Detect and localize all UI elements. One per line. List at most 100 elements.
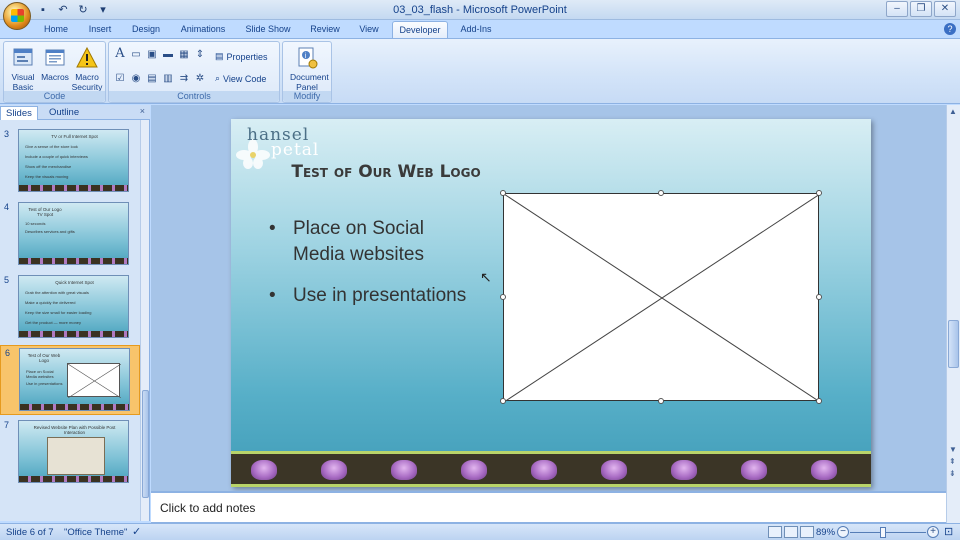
thumb-line: Make a quickly the delivered xyxy=(25,300,76,305)
minimize-icon[interactable]: – xyxy=(886,1,908,17)
tab-home[interactable]: Home xyxy=(40,21,72,38)
scrollbar-thumb[interactable] xyxy=(948,320,959,368)
fit-to-window-icon[interactable]: ⊡ xyxy=(944,525,953,538)
scrollbar-control-icon[interactable]: ⇕ xyxy=(193,49,207,61)
resize-handle[interactable] xyxy=(658,190,664,196)
tab-view[interactable]: View xyxy=(354,21,384,38)
thumb-number: 5 xyxy=(4,275,10,285)
thumb-strip xyxy=(19,476,128,482)
window-controls: – ❐ ✕ xyxy=(886,1,956,17)
slide-thumbnail-5[interactable]: 5 Quick Internet Spot Grab the attention… xyxy=(0,273,140,343)
macro-security-button[interactable]: Macro Security xyxy=(70,44,104,92)
thumb-line: 10 seconds xyxy=(25,221,46,226)
zoom-out-icon[interactable]: − xyxy=(837,526,849,538)
slide-sorter-view-icon[interactable] xyxy=(784,526,798,538)
svg-text:i: i xyxy=(305,52,307,60)
view-code-button[interactable]: ⌕ View Code xyxy=(215,73,266,84)
button-control-icon[interactable]: ▣ xyxy=(145,49,159,61)
slide-canvas[interactable]: hansel petal Test of Our Web Logo • Plac… xyxy=(231,119,871,487)
tab-insert[interactable]: Insert xyxy=(84,21,116,38)
logo-petal: petal xyxy=(271,140,320,160)
scroll-down-icon[interactable]: ▼ xyxy=(949,445,957,454)
zoom-in-icon[interactable]: + xyxy=(927,526,939,538)
document-panel-button[interactable]: i Document Panel xyxy=(290,44,329,92)
document-panel-icon: i xyxy=(295,46,319,70)
thumb-line: Grab the attention with great visuals xyxy=(25,290,89,295)
slide-counter: Slide 6 of 7 xyxy=(6,527,54,538)
slide-show-view-icon[interactable] xyxy=(800,526,814,538)
scroll-up-icon[interactable]: ▲ xyxy=(949,107,957,116)
textbox-control-icon[interactable]: ▭ xyxy=(129,49,143,61)
tulip-icon xyxy=(601,460,627,480)
ribbon-tabs: Home Insert Design Animations Slide Show… xyxy=(0,20,960,38)
slide-scrollbar[interactable]: ▲ ▼ ⇞ ⇟ xyxy=(946,105,960,491)
macros-label: Macros xyxy=(41,72,69,82)
thumb-preview: Test of Our Web Logo Place on Social Med… xyxy=(19,348,130,411)
restore-icon[interactable]: ❐ xyxy=(910,1,932,17)
macros-button[interactable]: Macros xyxy=(38,44,72,82)
controls-group-label: Controls xyxy=(109,91,279,102)
spin-control-icon[interactable]: ▬ xyxy=(161,49,175,61)
bullet-item[interactable]: • Use in presentations xyxy=(269,283,469,309)
tab-slides[interactable]: Slides xyxy=(0,106,38,120)
code-group: Visual Basic Macros Macro Security Code xyxy=(3,41,106,103)
label-control-icon[interactable]: A xyxy=(113,47,127,60)
tab-animations[interactable]: Animations xyxy=(176,21,230,38)
tab-outline[interactable]: Outline xyxy=(44,106,84,120)
normal-view-icon[interactable] xyxy=(768,526,782,538)
tulip-icon xyxy=(251,460,277,480)
slide-title[interactable]: Test of Our Web Logo xyxy=(291,159,481,185)
zoom-level[interactable]: 89% xyxy=(816,527,835,538)
visual-basic-button[interactable]: Visual Basic xyxy=(6,44,40,92)
resize-handle[interactable] xyxy=(658,398,664,404)
thumb-preview: Revised Website Plan with Possible Post … xyxy=(18,420,129,483)
scrollbar-thumb[interactable] xyxy=(142,390,149,498)
document-panel-label: Document Panel xyxy=(290,72,329,92)
checkbox-control-icon[interactable]: ☑ xyxy=(113,73,127,85)
properties-label: Properties xyxy=(226,51,268,62)
slide-thumbnail-6[interactable]: 6 Test of Our Web Logo Place on Social M… xyxy=(0,345,140,415)
resize-handle[interactable] xyxy=(500,190,506,196)
combobox-control-icon[interactable]: ▥ xyxy=(161,73,175,85)
slide-thumbnail-7[interactable]: 7 Revised Website Plan with Possible Pos… xyxy=(0,418,140,488)
listbox-control-icon[interactable]: ▤ xyxy=(145,73,159,85)
tab-slide-show[interactable]: Slide Show xyxy=(242,21,294,38)
office-button[interactable] xyxy=(3,2,31,30)
tulip-icon xyxy=(391,460,417,480)
resize-handle[interactable] xyxy=(816,190,822,196)
tab-design[interactable]: Design xyxy=(128,21,164,38)
thumb-number: 6 xyxy=(5,348,11,358)
tab-developer[interactable]: Developer xyxy=(392,21,448,38)
option-control-icon[interactable]: ◉ xyxy=(129,73,143,85)
thumbnails-scrollbar[interactable] xyxy=(140,120,149,521)
slide-thumbnail-3[interactable]: 3 TV or Full Internet Spot Give a sense … xyxy=(0,127,140,197)
pane-close-icon[interactable]: × xyxy=(140,106,145,116)
resize-handle[interactable] xyxy=(500,294,506,300)
zoom-slider-track[interactable] xyxy=(850,532,926,533)
thumb-screenshot xyxy=(47,437,105,475)
slide-thumbnail-4[interactable]: 4 Test of Our Logo TV Spot 10 seconds De… xyxy=(0,200,140,270)
theme-name: "Office Theme" xyxy=(64,527,128,538)
flash-object-placeholder[interactable] xyxy=(503,193,820,402)
help-icon[interactable]: ? xyxy=(944,23,956,35)
close-icon[interactable]: ✕ xyxy=(934,1,956,17)
previous-slide-icon[interactable]: ⇞ xyxy=(949,457,956,466)
spelling-check-icon[interactable]: ✓ xyxy=(132,525,141,538)
controls-group: A ▭ ▣ ▬ ▦ ⇕ ☑ ◉ ▤ ▥ ⇉ ✲ ▤ Properties ⌕ V… xyxy=(108,41,280,103)
bullet-item[interactable]: • Place on Social Media websites xyxy=(269,216,469,268)
zoom-slider-knob[interactable] xyxy=(880,527,886,538)
image-control-icon[interactable]: ▦ xyxy=(177,49,191,61)
thumb-preview: TV or Full Internet Spot Give a sense of… xyxy=(18,129,129,192)
thumb-number: 4 xyxy=(4,202,10,212)
next-slide-icon[interactable]: ⇟ xyxy=(949,469,956,478)
resize-handle[interactable] xyxy=(816,398,822,404)
more-controls-icon[interactable]: ✲ xyxy=(193,73,207,85)
resize-handle[interactable] xyxy=(500,398,506,404)
tab-review[interactable]: Review xyxy=(306,21,344,38)
notes-pane[interactable]: Click to add notes xyxy=(151,491,946,523)
properties-button[interactable]: ▤ Properties xyxy=(215,51,268,62)
tab-add-ins[interactable]: Add-Ins xyxy=(456,21,496,38)
toggle-control-icon[interactable]: ⇉ xyxy=(177,73,191,85)
resize-handle[interactable] xyxy=(816,294,822,300)
notes-scrollbar[interactable] xyxy=(946,491,960,523)
